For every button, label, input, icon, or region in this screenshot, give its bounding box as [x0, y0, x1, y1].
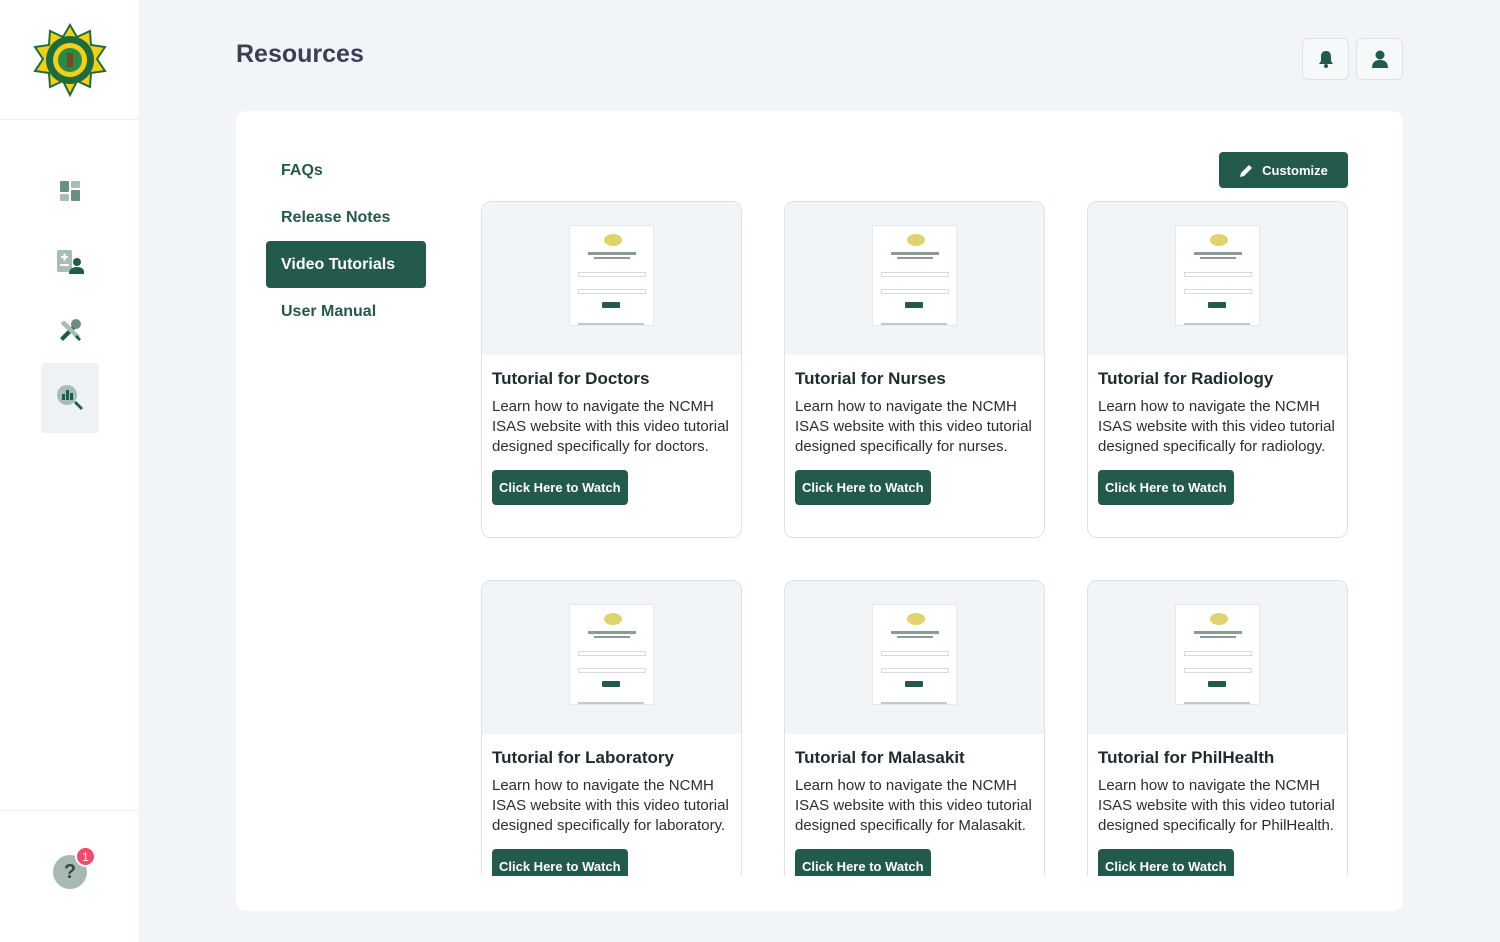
profile-button[interactable] — [1356, 38, 1403, 80]
watch-button[interactable]: Click Here to Watch — [795, 470, 931, 505]
watch-button[interactable]: Click Here to Watch — [1098, 849, 1234, 876]
card-description: Learn how to navigate the NCMH ISAS webs… — [492, 398, 729, 455]
login-preview-image — [569, 225, 654, 326]
card-title: Tutorial for PhilHealth — [1098, 748, 1275, 767]
tab-video-tutorials[interactable]: Video Tutorials — [266, 241, 426, 288]
watch-button[interactable]: Click Here to Watch — [492, 849, 628, 876]
tutorial-card: Tutorial for Laboratory Learn how to nav… — [481, 580, 742, 876]
tutorial-card: Tutorial for Radiology Learn how to navi… — [1087, 201, 1348, 538]
tutorial-card: Tutorial for Doctors Learn how to naviga… — [481, 201, 742, 538]
dashboard-icon — [60, 181, 80, 201]
video-thumbnail[interactable] — [785, 202, 1044, 355]
card-description: Learn how to navigate the NCMH ISAS webs… — [795, 398, 1032, 455]
resources-panel: FAQs Release Notes Video Tutorials User … — [236, 111, 1403, 911]
sidebar: ? 1 — [0, 0, 140, 942]
video-thumbnail[interactable] — [1088, 581, 1347, 734]
login-preview-image — [1175, 604, 1260, 705]
page-title: Resources — [236, 40, 364, 68]
card-title: Tutorial for Nurses — [795, 369, 946, 388]
question-icon: ? — [63, 860, 77, 883]
tutorial-card: Tutorial for Malasakit Learn how to navi… — [784, 580, 1045, 876]
card-title: Tutorial for Radiology — [1098, 369, 1274, 388]
patient-records-icon — [57, 250, 84, 274]
login-preview-image — [1175, 225, 1260, 326]
bell-icon — [1318, 51, 1333, 68]
video-thumbnail[interactable] — [482, 202, 741, 355]
watch-button[interactable]: Click Here to Watch — [1098, 470, 1234, 505]
logo-area — [0, 0, 139, 120]
pencil-icon — [1240, 164, 1253, 177]
card-description: Learn how to navigate the NCMH ISAS webs… — [1098, 777, 1335, 834]
tools-icon — [60, 319, 81, 341]
tab-release-notes[interactable]: Release Notes — [266, 194, 426, 241]
nav-analytics[interactable] — [41, 363, 99, 433]
tab-faqs[interactable]: FAQs — [266, 147, 426, 194]
help-notification-badge: 1 — [75, 846, 96, 867]
notification-button[interactable] — [1302, 38, 1349, 80]
sidebar-bottom: ? 1 — [0, 810, 140, 942]
nav-dashboard[interactable] — [41, 156, 99, 226]
watch-button[interactable]: Click Here to Watch — [492, 470, 628, 505]
ncmh-logo — [32, 22, 107, 97]
card-description: Learn how to navigate the NCMH ISAS webs… — [795, 777, 1032, 834]
card-description: Learn how to navigate the NCMH ISAS webs… — [1098, 398, 1335, 455]
customize-label: Customize — [1262, 162, 1328, 178]
video-thumbnail[interactable] — [1088, 202, 1347, 355]
login-preview-image — [872, 225, 957, 326]
card-title: Tutorial for Malasakit — [795, 748, 965, 767]
card-title: Tutorial for Doctors — [492, 369, 650, 388]
video-thumbnail[interactable] — [482, 581, 741, 734]
video-thumbnail[interactable] — [785, 581, 1044, 734]
user-icon — [1371, 50, 1388, 68]
tab-user-manual[interactable]: User Manual — [266, 288, 426, 335]
login-preview-image — [569, 604, 654, 705]
watch-button[interactable]: Click Here to Watch — [795, 849, 931, 876]
tutorial-grid: Tutorial for Doctors Learn how to naviga… — [476, 201, 1356, 876]
analytics-search-icon — [57, 385, 83, 410]
nav-patient-records[interactable] — [41, 227, 99, 297]
login-preview-image — [872, 604, 957, 705]
nav-tools[interactable] — [41, 296, 99, 366]
card-title: Tutorial for Laboratory — [492, 748, 674, 767]
card-description: Learn how to navigate the NCMH ISAS webs… — [492, 777, 729, 834]
tutorial-card: Tutorial for PhilHealth Learn how to nav… — [1087, 580, 1348, 876]
customize-button[interactable]: Customize — [1219, 152, 1348, 188]
tutorial-card: Tutorial for Nurses Learn how to navigat… — [784, 201, 1045, 538]
